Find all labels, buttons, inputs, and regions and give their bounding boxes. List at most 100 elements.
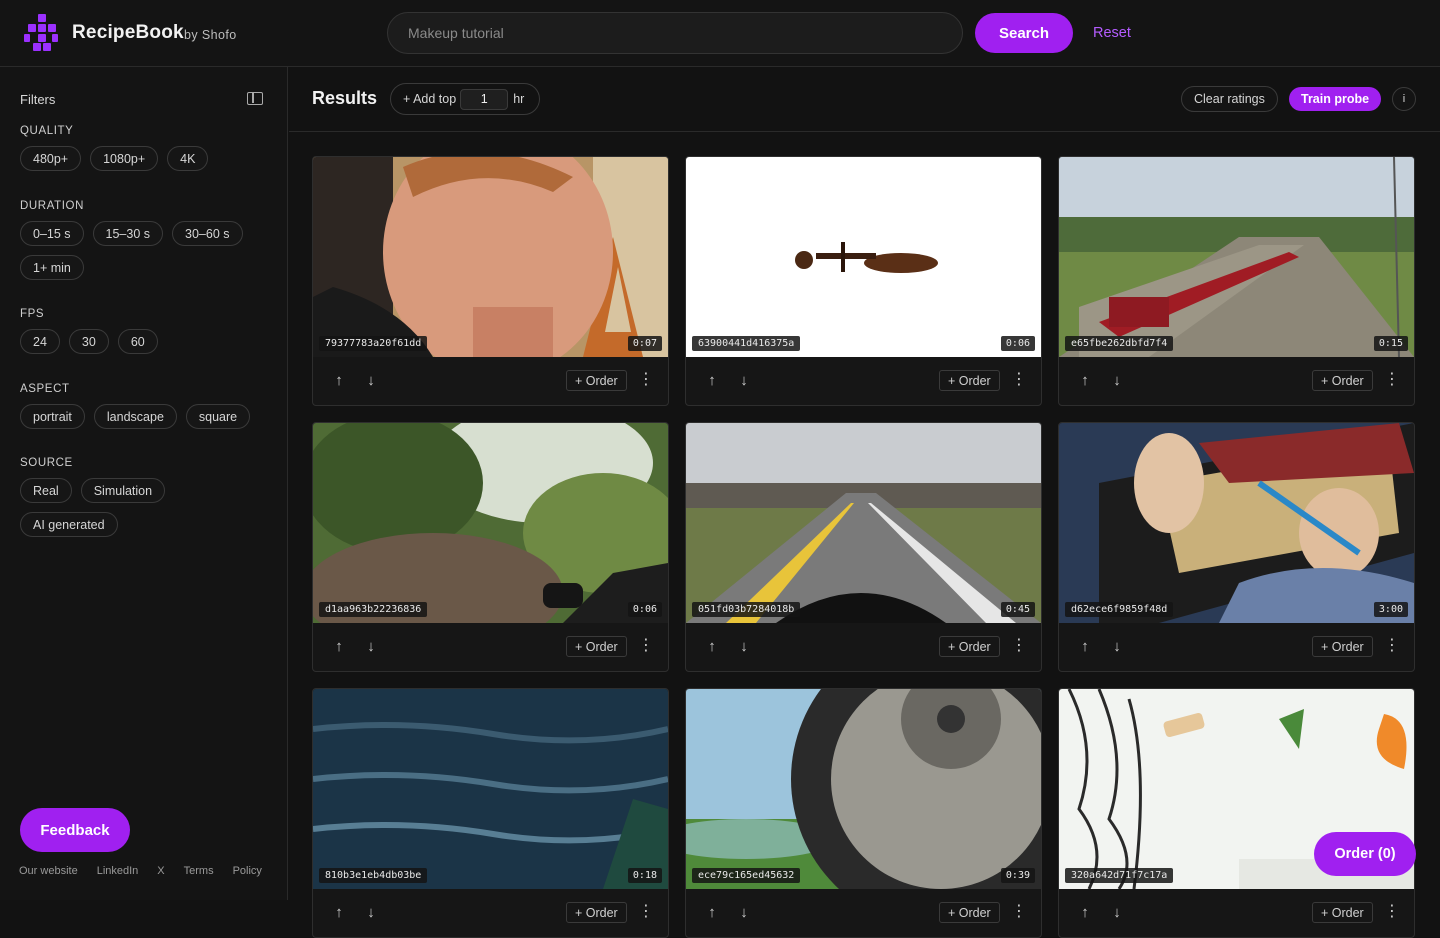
filter-group-label: QUALITY	[20, 125, 74, 137]
video-id-badge: ece79c165ed45632	[692, 868, 801, 883]
search-input[interactable]	[387, 12, 963, 54]
downvote-icon[interactable]: ↓	[1109, 373, 1125, 389]
filter-chip-1080p[interactable]: 1080p+	[90, 146, 159, 171]
filter-chip-24fps[interactable]: 24	[20, 329, 60, 354]
downvote-icon[interactable]: ↓	[363, 373, 379, 389]
footer-link-policy[interactable]: Policy	[233, 865, 262, 877]
filter-group-quality: QUALITY 480p+ 1080p+ 4K	[20, 125, 270, 171]
results-toolbar: Results + Add top hr Clear ratings Train…	[289, 67, 1440, 132]
upvote-icon[interactable]: ↑	[704, 639, 720, 655]
video-duration-badge: 0:15	[1373, 336, 1408, 351]
add-top-unit: hr	[513, 92, 525, 106]
upvote-icon[interactable]: ↑	[331, 639, 347, 655]
card-actions: ↑ ↓ + Order ⋮	[686, 357, 1041, 405]
add-order-button[interactable]: + Order	[939, 370, 1000, 391]
info-icon[interactable]: i	[1392, 87, 1416, 111]
downvote-icon[interactable]: ↓	[1109, 639, 1125, 655]
upvote-icon[interactable]: ↑	[331, 905, 347, 921]
video-thumbnail[interactable]: d1aa963b22236836 0:06	[313, 423, 668, 623]
footer-link-website[interactable]: Our website	[19, 865, 78, 877]
upvote-icon[interactable]: ↑	[704, 373, 720, 389]
video-thumbnail[interactable]: e65fbe262dbfd7f4 0:15	[1059, 157, 1414, 357]
downvote-icon[interactable]: ↓	[363, 905, 379, 921]
video-card[interactable]: d1aa963b22236836 0:06 ↑ ↓ + Order ⋮	[312, 422, 669, 672]
card-actions: ↑ ↓ + Order ⋮	[686, 623, 1041, 671]
downvote-icon[interactable]: ↓	[1109, 905, 1125, 921]
filter-chip-simulation[interactable]: Simulation	[80, 478, 166, 503]
filter-chip-30-60s[interactable]: 30–60 s	[172, 221, 243, 246]
downvote-icon[interactable]: ↓	[736, 373, 752, 389]
downvote-icon[interactable]: ↓	[363, 639, 379, 655]
add-top-hours-input[interactable]	[460, 88, 509, 110]
more-options-icon[interactable]: ⋮	[638, 637, 654, 657]
video-card[interactable]: 810b3e1eb4db03be 0:18 ↑ ↓ + Order ⋮	[312, 688, 669, 938]
order-cart-button[interactable]: Order (0)	[1314, 832, 1416, 876]
clear-ratings-button[interactable]: Clear ratings	[1181, 86, 1278, 112]
video-thumbnail[interactable]: 810b3e1eb4db03be 0:18	[313, 689, 668, 889]
results-title: Results	[312, 88, 378, 108]
search-button[interactable]: Search	[975, 13, 1073, 53]
filter-chip-30fps[interactable]: 30	[68, 329, 109, 354]
filter-chip-landscape[interactable]: landscape	[93, 404, 177, 429]
sidebar-collapse-icon[interactable]	[247, 92, 263, 105]
filter-chip-480p[interactable]: 480p+	[20, 146, 82, 171]
video-thumbnail[interactable]: 051fd03b7284018b 0:45	[686, 423, 1041, 623]
results-panel: Results + Add top hr Clear ratings Train…	[289, 67, 1440, 938]
more-options-icon[interactable]: ⋮	[1011, 637, 1027, 657]
more-options-icon[interactable]: ⋮	[1384, 903, 1400, 923]
add-order-button[interactable]: + Order	[566, 902, 627, 923]
filter-chip-0-15s[interactable]: 0–15 s	[20, 221, 84, 246]
filter-chip-4k[interactable]: 4K	[167, 146, 209, 171]
add-top-label[interactable]: + Add top	[403, 92, 456, 106]
video-card[interactable]: e65fbe262dbfd7f4 0:15 ↑ ↓ + Order ⋮	[1058, 156, 1415, 406]
video-thumbnail[interactable]: 79377783a20f61dd 0:07	[313, 157, 668, 357]
video-thumbnail[interactable]: ece79c165ed45632 0:39	[686, 689, 1041, 889]
add-order-button[interactable]: + Order	[1312, 902, 1373, 923]
downvote-icon[interactable]: ↓	[736, 905, 752, 921]
filter-chip-1min[interactable]: 1+ min	[20, 255, 84, 280]
more-options-icon[interactable]: ⋮	[638, 903, 654, 923]
filter-chip-square[interactable]: square	[185, 404, 251, 429]
video-thumbnail[interactable]: d62ece6f9859f48d 3:00	[1059, 423, 1414, 623]
upvote-icon[interactable]: ↑	[1077, 639, 1093, 655]
filter-chip-60fps[interactable]: 60	[117, 329, 158, 354]
upvote-icon[interactable]: ↑	[331, 373, 347, 389]
add-order-button[interactable]: + Order	[939, 902, 1000, 923]
more-options-icon[interactable]: ⋮	[1011, 371, 1027, 391]
add-order-button[interactable]: + Order	[566, 370, 627, 391]
footer-link-terms[interactable]: Terms	[184, 865, 214, 877]
video-id-badge: 79377783a20f61dd	[319, 336, 428, 351]
feedback-button[interactable]: Feedback	[20, 808, 130, 852]
add-top-control[interactable]: + Add top hr	[390, 83, 540, 115]
video-id-badge: 63900441d416375a	[692, 336, 801, 351]
reset-link[interactable]: Reset	[1093, 25, 1131, 41]
filter-chip-ai-generated[interactable]: AI generated	[20, 512, 118, 537]
add-order-button[interactable]: + Order	[566, 636, 627, 657]
filter-chip-15-30s[interactable]: 15–30 s	[92, 221, 164, 246]
upvote-icon[interactable]: ↑	[1077, 905, 1093, 921]
add-order-button[interactable]: + Order	[1312, 636, 1373, 657]
video-card[interactable]: 320a642d71f7c17a ↑ ↓ + Order ⋮	[1058, 688, 1415, 938]
footer-link-x[interactable]: X	[157, 865, 164, 877]
filter-group-label: SOURCE	[20, 457, 73, 469]
more-options-icon[interactable]: ⋮	[1384, 637, 1400, 657]
more-options-icon[interactable]: ⋮	[638, 371, 654, 391]
footer-link-linkedin[interactable]: LinkedIn	[97, 865, 139, 877]
downvote-icon[interactable]: ↓	[736, 639, 752, 655]
video-card[interactable]: 63900441d416375a 0:06 ↑ ↓ + Order ⋮	[685, 156, 1042, 406]
brand-byline: by Shofo	[184, 28, 237, 42]
video-thumbnail[interactable]: 63900441d416375a 0:06	[686, 157, 1041, 357]
upvote-icon[interactable]: ↑	[1077, 373, 1093, 389]
video-card[interactable]: 051fd03b7284018b 0:45 ↑ ↓ + Order ⋮	[685, 422, 1042, 672]
more-options-icon[interactable]: ⋮	[1384, 371, 1400, 391]
filter-chip-real[interactable]: Real	[20, 478, 72, 503]
video-card[interactable]: d62ece6f9859f48d 3:00 ↑ ↓ + Order ⋮	[1058, 422, 1415, 672]
train-probe-button[interactable]: Train probe	[1289, 87, 1382, 111]
video-card[interactable]: ece79c165ed45632 0:39 ↑ ↓ + Order ⋮	[685, 688, 1042, 938]
add-order-button[interactable]: + Order	[939, 636, 1000, 657]
add-order-button[interactable]: + Order	[1312, 370, 1373, 391]
more-options-icon[interactable]: ⋮	[1011, 903, 1027, 923]
upvote-icon[interactable]: ↑	[704, 905, 720, 921]
filter-chip-portrait[interactable]: portrait	[20, 404, 85, 429]
video-card[interactable]: 79377783a20f61dd 0:07 ↑ ↓ + Order ⋮	[312, 156, 669, 406]
